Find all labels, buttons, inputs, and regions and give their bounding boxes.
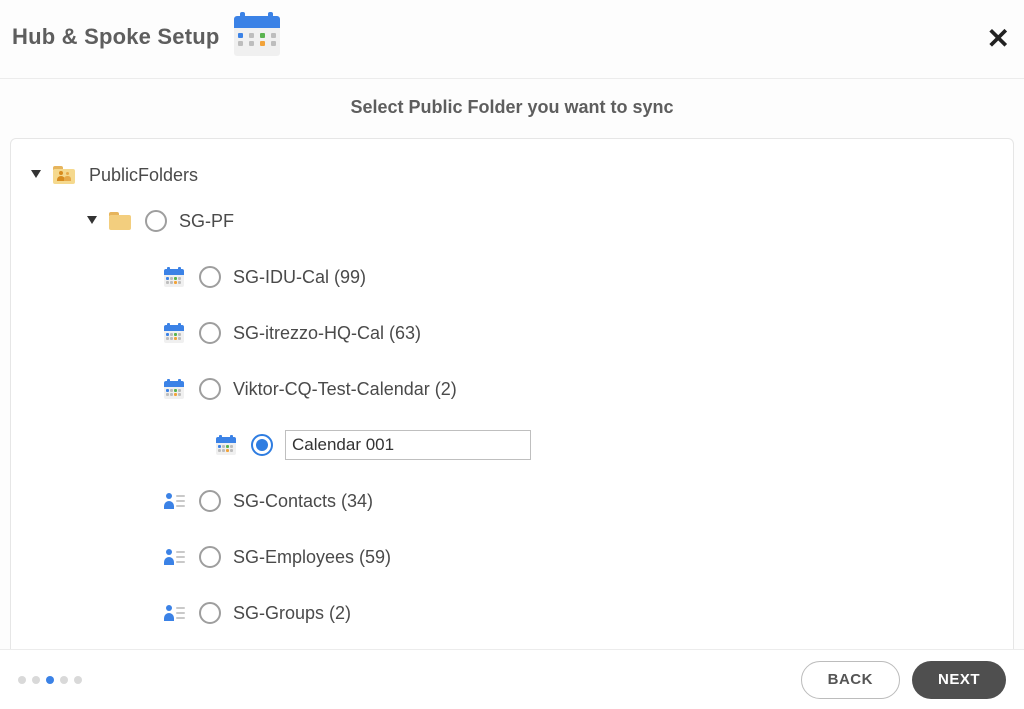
tree-node-label: SG-Groups (2) — [233, 603, 351, 624]
public-folder-icon — [53, 166, 75, 184]
select-radio[interactable] — [199, 546, 221, 568]
select-radio[interactable] — [199, 378, 221, 400]
step-indicator — [18, 676, 82, 684]
tree-node-label: SG-PF — [179, 211, 234, 232]
step-dot — [60, 676, 68, 684]
tree-node-contacts[interactable]: SG-Employees (59) — [27, 529, 997, 585]
calendar-icon — [163, 379, 185, 399]
folder-icon — [109, 212, 131, 230]
select-radio[interactable] — [199, 602, 221, 624]
tree-node-label: SG-Contacts (34) — [233, 491, 373, 512]
select-radio[interactable] — [199, 490, 221, 512]
calendar-icon — [230, 14, 284, 60]
step-dot — [74, 676, 82, 684]
tree-node-contacts[interactable]: SG-Contacts (34) — [27, 473, 997, 529]
instruction-text: Select Public Folder you want to sync — [0, 79, 1024, 138]
folder-name-input[interactable] — [285, 430, 531, 460]
tree-node-calendar[interactable]: SG-IDU-Cal (99) — [27, 249, 997, 305]
tree-node-public-folders[interactable]: PublicFolders — [27, 157, 997, 193]
contacts-icon — [163, 548, 185, 566]
tree-node-calendar[interactable]: Viktor-CQ-Test-Calendar (2) — [27, 361, 997, 417]
calendar-icon — [163, 267, 185, 287]
step-dot-active — [46, 676, 54, 684]
dialog-header: Hub & Spoke Setup ✕ — [0, 0, 1024, 79]
expand-toggle-icon[interactable] — [85, 214, 99, 228]
select-radio[interactable] — [251, 434, 273, 456]
close-icon[interactable]: ✕ — [987, 25, 1010, 53]
calendar-icon — [215, 435, 237, 455]
select-radio[interactable] — [199, 322, 221, 344]
step-dot — [32, 676, 40, 684]
next-button[interactable]: NEXT — [912, 661, 1006, 699]
footer-buttons: BACK NEXT — [801, 661, 1006, 699]
wizard-footer: BACK NEXT — [0, 649, 1024, 709]
tree-node-label: Viktor-CQ-Test-Calendar (2) — [233, 379, 457, 400]
folder-tree-panel: PublicFolders SG-PF SG-IDU-Cal (99) — [10, 138, 1014, 665]
contacts-icon — [163, 492, 185, 510]
contacts-icon — [163, 604, 185, 622]
tree-node-sg-pf[interactable]: SG-PF — [27, 193, 997, 249]
tree-node-new-calendar[interactable] — [27, 417, 997, 473]
tree-node-label: SG-itrezzo-HQ-Cal (63) — [233, 323, 421, 344]
expand-toggle-icon[interactable] — [29, 168, 43, 182]
select-radio[interactable] — [199, 266, 221, 288]
tree-node-calendar[interactable]: SG-itrezzo-HQ-Cal (63) — [27, 305, 997, 361]
tree-node-label: PublicFolders — [89, 165, 198, 186]
dialog-title: Hub & Spoke Setup — [12, 24, 220, 50]
tree-node-label: SG-IDU-Cal (99) — [233, 267, 366, 288]
select-radio[interactable] — [145, 210, 167, 232]
tree-node-contacts[interactable]: SG-Groups (2) — [27, 585, 997, 641]
step-dot — [18, 676, 26, 684]
back-button[interactable]: BACK — [801, 661, 900, 699]
calendar-icon — [163, 323, 185, 343]
tree-node-label: SG-Employees (59) — [233, 547, 391, 568]
folder-tree: PublicFolders SG-PF SG-IDU-Cal (99) — [27, 157, 997, 641]
